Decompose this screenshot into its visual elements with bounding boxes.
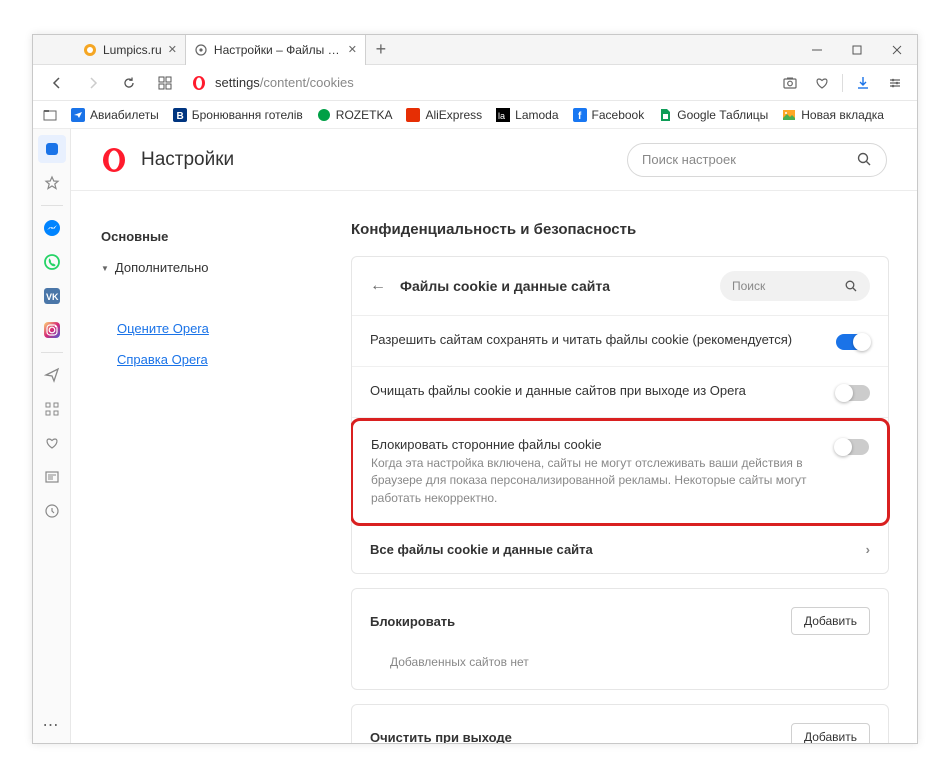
bookmark-item[interactable]: laLamoda [496, 108, 558, 122]
bookmark-item[interactable]: BБронювання готелів [173, 108, 303, 122]
bookmark-item[interactable]: AliExpress [406, 108, 482, 122]
card-header: ← Файлы cookie и данные сайта Поиск [352, 257, 888, 316]
url-text: settings/content/cookies [215, 75, 354, 90]
search-settings-input[interactable]: Поиск настроек [627, 143, 887, 177]
url-field[interactable]: settings/content/cookies [187, 75, 770, 91]
heart-sidebar-icon[interactable] [38, 429, 66, 457]
row-allow-cookies: Разрешить сайтам сохранять и читать файл… [352, 316, 888, 367]
image-icon [782, 108, 796, 122]
tab-title: Lumpics.ru [103, 43, 162, 57]
folder-icon[interactable] [43, 108, 57, 122]
add-clear-exit-button[interactable]: Добавить [791, 723, 870, 743]
tab-settings[interactable]: Настройки – Файлы cookie ✕ [186, 35, 366, 65]
bookmark-item[interactable]: Google Таблицы [658, 108, 768, 122]
block-empty-note: Добавленных сайтов нет [352, 645, 888, 689]
svg-text:B: B [176, 111, 183, 122]
clear-exit-label: Очистить при выходе [370, 730, 791, 743]
news-icon[interactable] [38, 463, 66, 491]
search-icon [857, 152, 872, 167]
close-icon[interactable]: ✕ [168, 43, 177, 56]
back-button[interactable] [43, 69, 71, 97]
messenger-icon[interactable] [38, 214, 66, 242]
bookmark-item[interactable]: Новая вкладка [782, 108, 884, 122]
downloads-button[interactable] [851, 71, 875, 95]
whatsapp-icon[interactable] [38, 248, 66, 276]
row-clear-on-exit: Очищать файлы cookie и данные сайтов при… [352, 367, 888, 418]
reload-button[interactable] [115, 69, 143, 97]
history-icon[interactable] [38, 497, 66, 525]
svg-text:VK: VK [46, 292, 59, 302]
address-bar: settings/content/cookies [33, 65, 917, 101]
tab-title: Настройки – Файлы cookie [214, 43, 342, 57]
toggle-clear-on-exit[interactable] [836, 385, 870, 401]
clear-on-exit-section: Очистить при выходе Добавить Добавленных… [351, 704, 889, 743]
new-tab-button[interactable]: + [366, 35, 396, 65]
section-title: Конфиденциальность и безопасность [351, 221, 889, 238]
bookmarks-bar: Авиабилеты BБронювання готелів ROZETKA A… [33, 101, 917, 129]
toggle-block-third-party[interactable] [835, 439, 869, 455]
maximize-button[interactable] [837, 35, 877, 65]
plane-icon [71, 108, 85, 122]
nav-help-opera[interactable]: Справка Opera [101, 344, 351, 375]
heart-button[interactable] [810, 71, 834, 95]
lamoda-icon: la [496, 108, 510, 122]
nav-rate-opera[interactable]: Оцените Opera [101, 313, 351, 344]
speed-dial-icon[interactable] [38, 135, 66, 163]
facebook-icon: f [573, 108, 587, 122]
search-icon [845, 280, 858, 293]
aliexpress-icon [406, 108, 420, 122]
nav-basic[interactable]: Основные [101, 221, 351, 252]
more-sidebar-icon[interactable]: ⋯ [43, 715, 61, 743]
bookmark-item[interactable]: Авиабилеты [71, 108, 159, 122]
booking-icon: B [173, 108, 187, 122]
svg-text:la: la [498, 111, 505, 121]
page-title: Настройки [141, 149, 613, 171]
tab-lumpics[interactable]: Lumpics.ru ✕ [75, 35, 186, 65]
block-section: Блокировать Добавить Добавленных сайтов … [351, 588, 889, 690]
extensions-icon[interactable] [38, 395, 66, 423]
opera-logo-icon [101, 147, 127, 173]
bookmarks-icon[interactable] [38, 169, 66, 197]
rozetka-icon [317, 108, 331, 122]
settings-header: Настройки Поиск настроек [71, 129, 917, 191]
close-icon[interactable]: ✕ [348, 43, 357, 56]
bookmark-item[interactable]: fFacebook [573, 108, 645, 122]
highlight-box: Блокировать сторонние файлы cookie Когда… [351, 418, 890, 526]
cookies-card: ← Файлы cookie и данные сайта Поиск Разр… [351, 256, 889, 574]
card-title: Файлы cookie и данные сайта [400, 278, 706, 294]
bookmark-item[interactable]: ROZETKA [317, 108, 393, 122]
chevron-right-icon: › [866, 542, 870, 557]
back-arrow-icon[interactable]: ← [370, 277, 386, 295]
snapshot-button[interactable] [778, 71, 802, 95]
opera-icon [191, 75, 207, 91]
vk-icon[interactable]: VK [38, 282, 66, 310]
browser-window: Lumpics.ru ✕ Настройки – Файлы cookie ✕ … [32, 34, 918, 744]
content-area: VK ⋯ Настройки Поиск настроек [33, 129, 917, 743]
titlebar: Lumpics.ru ✕ Настройки – Файлы cookie ✕ … [33, 35, 917, 65]
close-button[interactable] [877, 35, 917, 65]
settings-page: Настройки Поиск настроек Основные Дополн… [71, 129, 917, 743]
instagram-icon[interactable] [38, 316, 66, 344]
sidebar: VK ⋯ [33, 129, 71, 743]
settings-content: Конфиденциальность и безопасность ← Файл… [351, 191, 917, 743]
settings-body: Основные Дополнительно Оцените Opera Спр… [71, 191, 917, 743]
forward-button[interactable] [79, 69, 107, 97]
row-block-third-party: Блокировать сторонние файлы cookie Когда… [353, 421, 887, 523]
window-controls [797, 35, 917, 65]
minimize-button[interactable] [797, 35, 837, 65]
toggle-allow-cookies[interactable] [836, 334, 870, 350]
nav-advanced[interactable]: Дополнительно [101, 252, 351, 283]
row-all-cookies-data[interactable]: Все файлы cookie и данные сайта › [352, 526, 888, 573]
add-block-button[interactable]: Добавить [791, 607, 870, 635]
speed-dial-button[interactable] [151, 69, 179, 97]
lumpics-favicon-icon [83, 43, 97, 57]
settings-nav: Основные Дополнительно Оцените Opera Спр… [71, 191, 351, 743]
cookie-search-input[interactable]: Поиск [720, 271, 870, 301]
block-label: Блокировать [370, 614, 791, 629]
easy-setup-button[interactable] [883, 71, 907, 95]
sheets-icon [658, 108, 672, 122]
gear-favicon-icon [194, 43, 208, 57]
personal-news-icon[interactable] [38, 361, 66, 389]
